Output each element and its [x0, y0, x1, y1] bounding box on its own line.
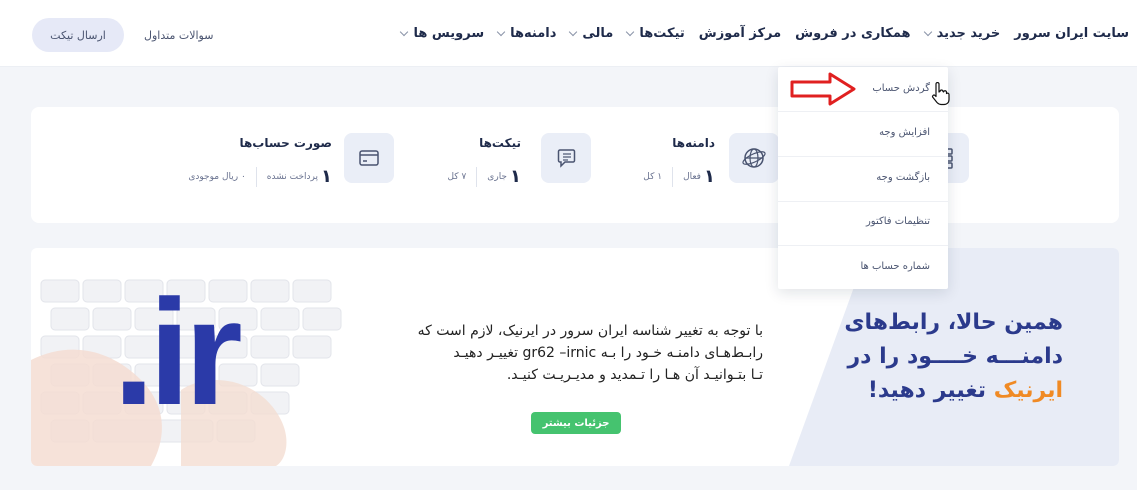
banner-headline: همین حالا، رابط‌های دامنـــه خــــود را …: [823, 306, 1063, 408]
chevron-down-icon: [923, 27, 932, 37]
chevron-down-icon: [400, 27, 409, 37]
stats-card: دامنه‌ها ۱ فعال ۱ کل تیکت‌ها ۱ جاری ۷ کل…: [31, 107, 1119, 223]
unpaid-label: پرداخت نشده: [266, 172, 318, 182]
divider: [778, 111, 948, 112]
red-pointer-arrow-icon: [790, 72, 856, 106]
nav-item-domains[interactable]: دامنه‌ها: [496, 26, 557, 41]
nav-item-learning-center[interactable]: مرکز آموزش: [699, 26, 781, 41]
ir-logo-text: .ir: [113, 268, 243, 436]
nav-label: سایت ایران سرور: [1014, 26, 1129, 41]
headline-line-3: ایرنیک تغییر دهید!: [823, 374, 1063, 408]
send-ticket-button[interactable]: ارسال تیکت: [32, 18, 124, 52]
menu-item-account-statement[interactable]: گردش حساب: [872, 83, 930, 94]
main-menu: سرویس ها دامنه‌ها مالی تیکت‌ها مرکز آموز…: [387, 26, 1129, 41]
stat-invoices[interactable]: صورت حساب‌ها ۱ پرداخت نشده ۰ ریال موجودی: [176, 133, 396, 193]
stat-tickets[interactable]: تیکت‌ها ۱ جاری ۷ کل: [441, 133, 591, 193]
top-navbar: سرویس ها دامنه‌ها مالی تیکت‌ها مرکز آموز…: [0, 0, 1137, 67]
stat-tickets-meta: ۱ جاری ۷ کل: [447, 167, 521, 187]
body-line-2: رابـط‌هـای دامنـه خـود را بـه gr62 –irni…: [453, 345, 763, 361]
total-label: ۱ کل: [643, 172, 663, 182]
nav-label: همکاری در فروش: [795, 26, 911, 41]
banner-body-text: با توجه به تغییر شناسه ایران سرور در ایر…: [383, 320, 763, 386]
divider: [255, 167, 257, 187]
chat-icon: [541, 133, 591, 183]
menu-item-refund[interactable]: بازگشت وجه: [876, 172, 930, 183]
headline-line-1: همین حالا، رابط‌های: [844, 310, 1063, 335]
promo-banner: .ir همین حالا، رابط‌های دامنـــه خــــود…: [31, 248, 1119, 466]
stat-domains[interactable]: دامنه‌ها ۱ فعال ۱ کل: [637, 133, 787, 193]
divider: [672, 167, 674, 187]
unpaid-count: ۱: [321, 166, 332, 187]
stat-invoices-meta: ۱ پرداخت نشده ۰ ریال موجودی: [188, 167, 332, 187]
open-label: جاری: [487, 172, 507, 182]
nav-label: مالی: [582, 26, 614, 41]
menu-item-invoice-settings[interactable]: تنظیمات فاکتور: [866, 216, 930, 227]
nav-item-affiliate[interactable]: همکاری در فروش: [795, 26, 910, 41]
divider: [778, 245, 948, 246]
nav-label: تیکت‌ها: [639, 26, 685, 41]
chevron-down-icon: [569, 27, 578, 37]
nav-label: مرکز آموزش: [698, 26, 782, 41]
card-icon: [344, 133, 394, 183]
headline-line-2: دامنـــه خــــود را در: [847, 344, 1064, 369]
nav-label: خرید جدید: [936, 26, 1001, 41]
total-label: ۷ کل: [447, 172, 467, 182]
divider: [778, 201, 948, 202]
menu-item-add-funds[interactable]: افزایش وجه: [879, 127, 930, 138]
open-tickets-count: ۱: [510, 166, 521, 187]
faq-link[interactable]: سوالات متداول: [144, 29, 213, 42]
globe-icon: [729, 133, 779, 183]
menu-item-bank-accounts[interactable]: شماره حساب ها: [860, 261, 930, 272]
nav-item-finance[interactable]: مالی: [569, 26, 614, 41]
divider: [476, 167, 478, 187]
stat-tickets-title: تیکت‌ها: [479, 136, 521, 150]
chevron-down-icon: [626, 27, 635, 37]
nav-item-tickets[interactable]: تیکت‌ها: [626, 26, 685, 41]
body-line-1: با توجه به تغییر شناسه ایران سرور در ایر…: [417, 323, 763, 339]
nav-item-new-purchase[interactable]: خرید جدید: [923, 26, 1001, 41]
nav-item-iranserver-site[interactable]: سایت ایران سرور: [1014, 26, 1129, 41]
active-domains-count: ۱: [704, 166, 715, 187]
headline-brand: ایرنیک: [993, 378, 1063, 403]
nav-item-services[interactable]: سرویس ها: [400, 26, 485, 41]
more-details-button[interactable]: جزئیات بیشتر: [531, 412, 621, 434]
hand-cursor-icon: [932, 82, 950, 106]
chevron-down-icon: [496, 27, 506, 37]
divider: [778, 156, 948, 157]
nav-label: دامنه‌ها: [510, 26, 557, 41]
stat-invoices-title: صورت حساب‌ها: [239, 136, 332, 150]
nav-label: سرویس ها: [413, 26, 485, 41]
balance-label: ۰ ریال موجودی: [188, 172, 246, 182]
stat-domains-meta: ۱ فعال ۱ کل: [643, 167, 715, 187]
headline-line-3-rest: تغییر دهید!: [867, 378, 987, 403]
stat-domains-title: دامنه‌ها: [672, 136, 715, 150]
active-label: فعال: [683, 172, 701, 182]
body-line-3: تـا بتـوانیـد آن هـا را تـمدید و مدیـریـ…: [506, 367, 763, 383]
